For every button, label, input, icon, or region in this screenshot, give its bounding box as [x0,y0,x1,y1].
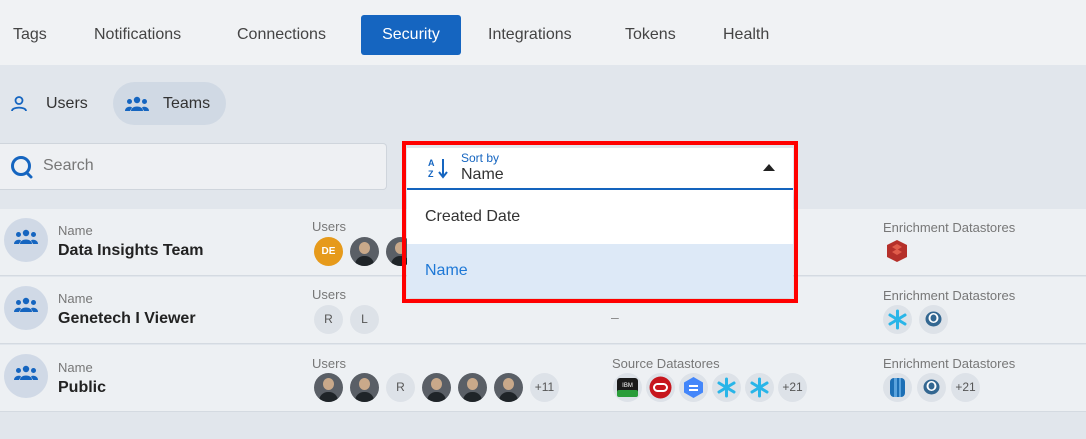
sort-caption: Sort by [461,151,500,165]
more-enrichment-badge[interactable]: +21 [951,373,980,402]
source-datastores-empty: – [611,309,619,325]
user-avatars: R L [314,305,379,334]
user-icon [11,96,27,112]
name-label: Name [58,360,93,375]
subnav-teams-label: Teams [163,95,211,112]
tab-connections[interactable]: Connections [220,15,343,55]
tab-health[interactable]: Health [706,15,786,55]
team-avatar [4,286,48,330]
avatar[interactable] [314,373,343,402]
sort-option-name[interactable]: Name [407,244,793,298]
hive-icon[interactable] [883,373,912,402]
sort-az-icon: A Z [428,158,448,179]
avatar[interactable] [350,373,379,402]
team-name[interactable]: Public [58,379,106,397]
sort-select[interactable]: A Z Sort by Name [407,148,793,190]
enrichment-datastores-label: Enrichment Datastores [883,288,1016,303]
team-avatar [4,354,48,398]
tab-notifications[interactable]: Notifications [77,15,198,55]
enrichment-icons [883,305,948,334]
team-name[interactable]: Data Insights Team [58,242,204,260]
enrichment-datastores-label: Enrichment Datastores [883,356,1016,371]
avatar[interactable]: L [350,305,379,334]
users-label: Users [312,219,346,234]
oracle-icon[interactable] [646,373,675,402]
more-users-badge[interactable]: +11 [530,373,559,402]
avatar[interactable] [422,373,451,402]
chevron-up-icon[interactable] [763,164,775,171]
snowflake-icon[interactable] [745,373,774,402]
avatar[interactable]: DE [314,237,343,266]
subnav-teams[interactable]: Teams [113,82,226,125]
svg-text:A: A [428,158,435,168]
tab-tokens[interactable]: Tokens [608,15,693,55]
tab-integrations[interactable]: Integrations [471,15,589,55]
snowflake-icon[interactable] [883,305,912,334]
source-icons: IBM +21 [613,373,807,402]
avatar[interactable] [458,373,487,402]
search-placeholder: Search [43,157,94,174]
enrichment-icons: +21 [883,373,980,402]
postgresql-icon[interactable] [917,373,946,402]
user-avatars: DE [314,237,415,266]
team-icon [14,229,38,244]
source-datastores-label: Source Datastores [612,356,720,371]
team-avatar [4,218,48,262]
svg-text:Z: Z [428,169,434,179]
enrichment-datastores-label: Enrichment Datastores [883,220,1016,235]
users-label: Users [312,356,346,371]
avatar[interactable]: R [386,373,415,402]
snowflake-icon[interactable] [712,373,741,402]
sort-option-created-date[interactable]: Created Date [407,190,793,244]
subnav-users-label: Users [46,95,88,112]
avatar[interactable] [350,237,379,266]
search-icon [11,156,33,179]
team-name[interactable]: Genetech I Viewer [58,310,196,328]
settings-tabs: Tags Notifications Connections Security … [0,0,1086,65]
avatar[interactable]: R [314,305,343,334]
team-icon [125,96,149,111]
subnav-users[interactable]: Users [0,82,100,125]
avatar[interactable] [494,373,523,402]
sort-options-menu: Created Date Name [407,190,793,298]
sort-value: Name [461,166,504,183]
team-icon [14,297,38,312]
svg-text:IBM: IBM [622,383,633,389]
bigquery-icon[interactable] [679,373,708,402]
databricks-icon[interactable] [886,239,908,268]
search-input[interactable]: Search [0,143,387,190]
postgresql-icon[interactable] [919,305,948,334]
name-label: Name [58,223,93,238]
users-label: Users [312,287,346,302]
more-sources-badge[interactable]: +21 [778,373,807,402]
team-icon [14,365,38,380]
tab-security[interactable]: Security [361,15,461,55]
user-avatars: R +11 [314,373,559,402]
ibm-db2-icon[interactable]: IBM [613,373,642,402]
name-label: Name [58,291,93,306]
team-row[interactable]: Name Public Users R +11 Source Datastore… [0,345,1086,412]
tab-tags[interactable]: Tags [0,15,64,55]
